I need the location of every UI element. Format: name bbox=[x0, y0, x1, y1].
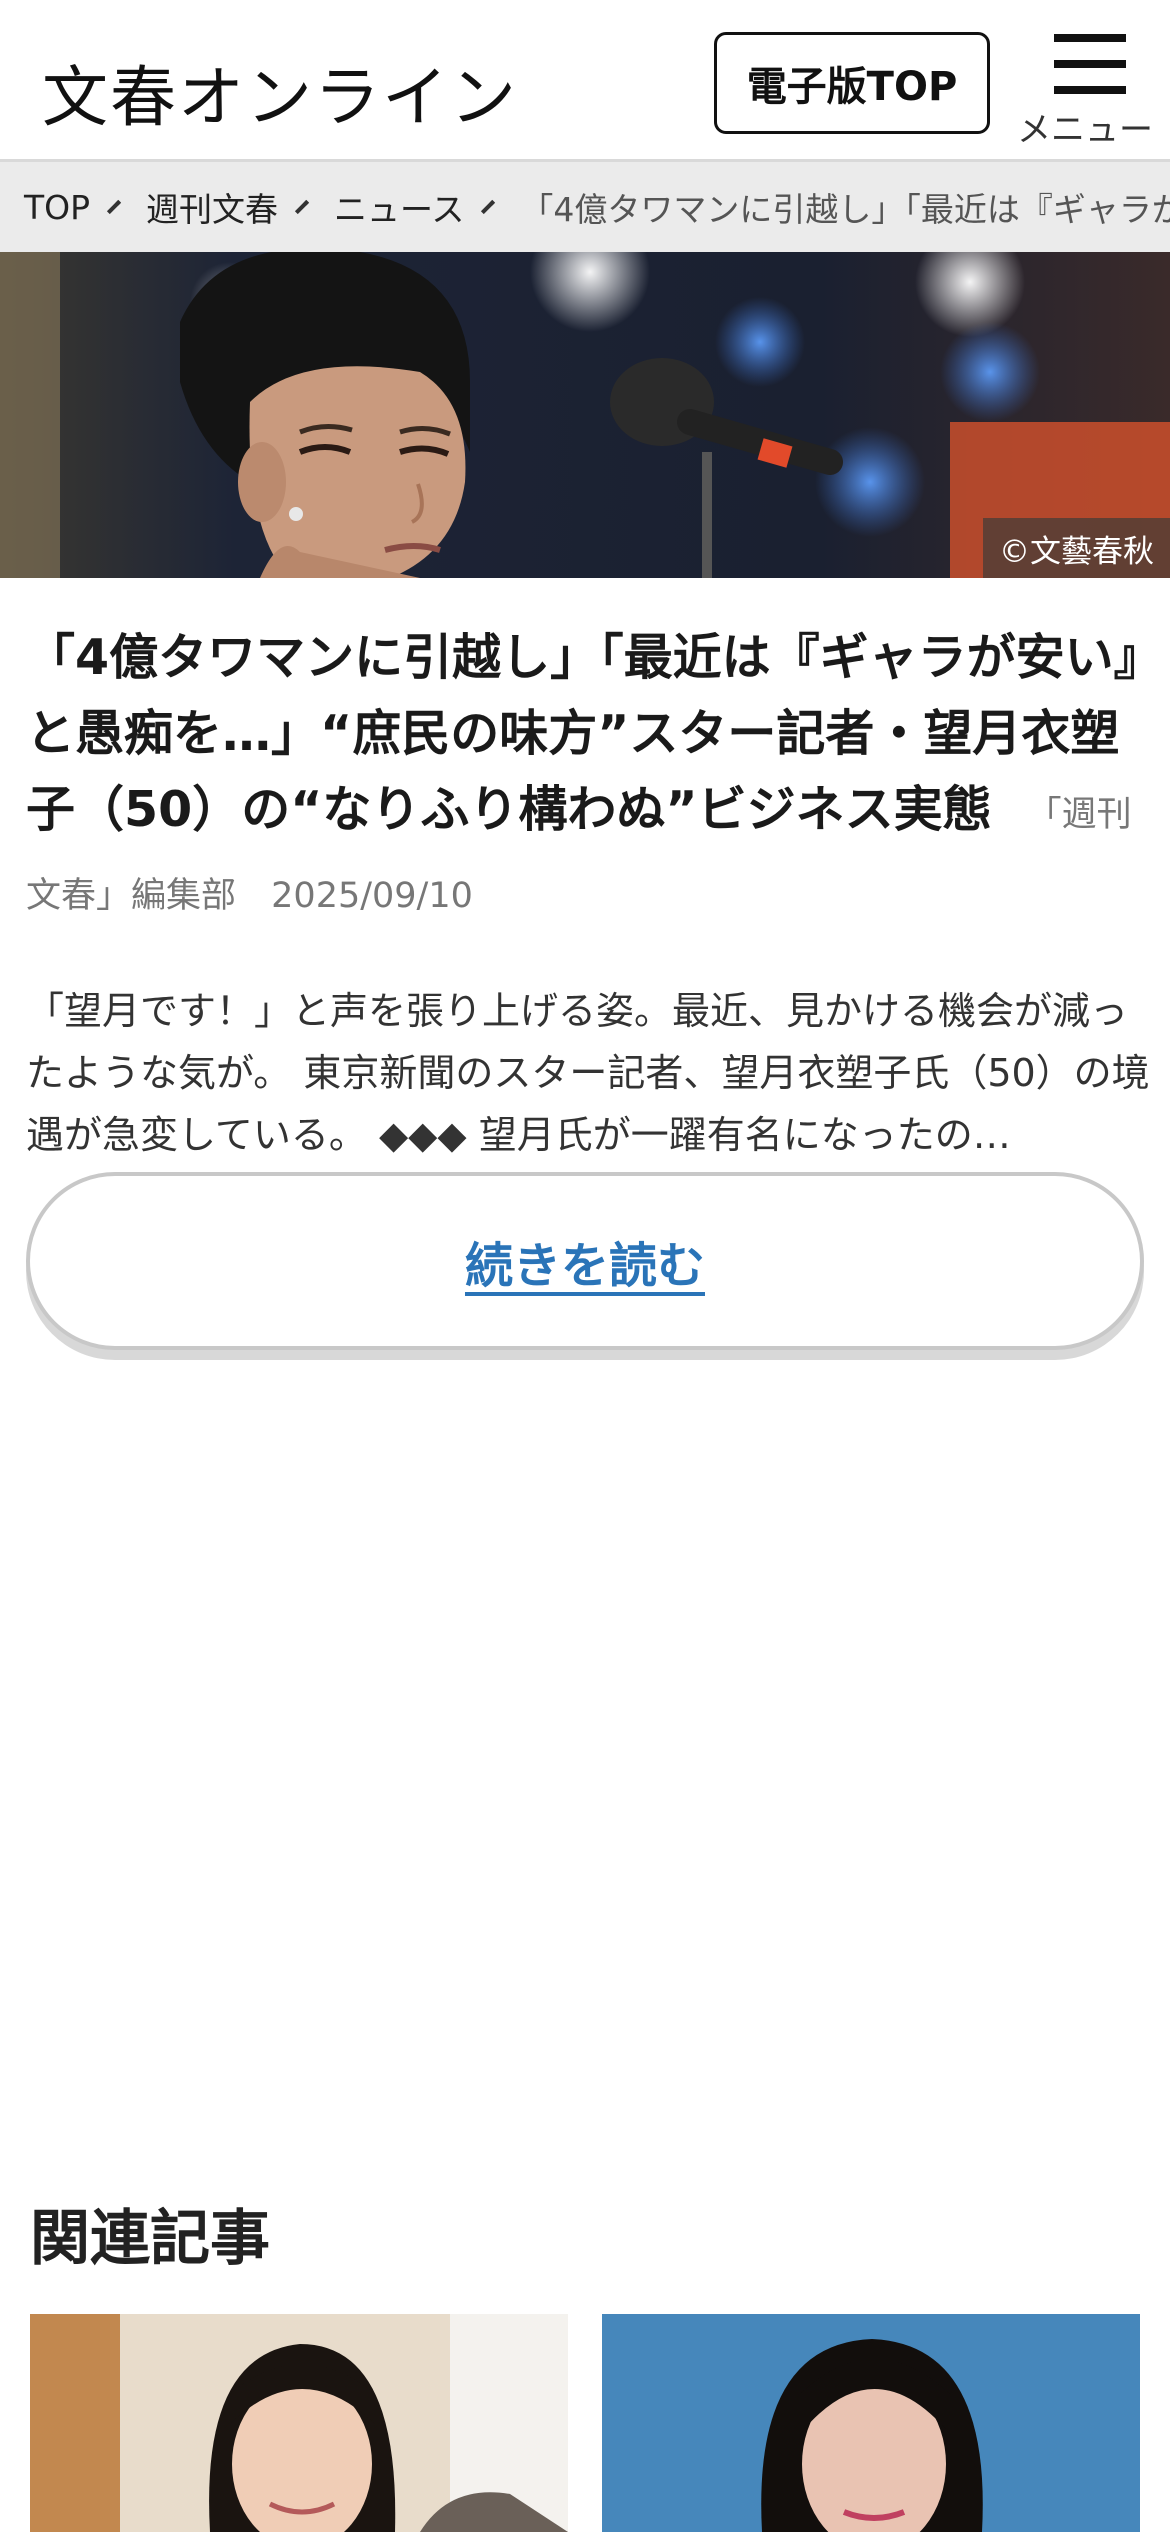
chevron-right-icon bbox=[481, 199, 496, 215]
site-logo[interactable]: 文春オンライン bbox=[42, 44, 518, 140]
related-articles-heading: 関連記事 bbox=[30, 2204, 270, 2274]
read-more-button[interactable]: 続きを読む bbox=[26, 1172, 1144, 1350]
photo-credit: ©文藝春秋 bbox=[983, 518, 1170, 578]
hamburger-icon bbox=[1054, 34, 1126, 94]
chevron-right-icon bbox=[294, 199, 310, 215]
chevron-right-icon bbox=[106, 199, 122, 215]
breadcrumb-current-article: 「4億タワマンに引越し」「最近は『ギャラが bbox=[520, 190, 1170, 229]
hero-image: ©文藝春秋 bbox=[0, 252, 1170, 578]
article-title-block: 「4億タワマンに引越し」「最近は『ギャラが安い』と愚痴を…」“庶民の味方”スター… bbox=[26, 620, 1150, 934]
article-title: 「4億タワマンに引越し」「最近は『ギャラが安い』と愚痴を…」“庶民の味方”スター… bbox=[26, 629, 1139, 838]
related-article-thumbnail[interactable] bbox=[30, 2314, 568, 2532]
read-more-label: 続きを読む bbox=[464, 1238, 705, 1294]
breadcrumb-weekly-bunshun[interactable]: 週刊文春 bbox=[146, 183, 278, 231]
article-date: 2025/09/10 bbox=[271, 876, 473, 916]
breadcrumb-news[interactable]: ニュース bbox=[334, 183, 464, 231]
menu-button[interactable]: メニュー bbox=[1010, 30, 1160, 150]
menu-label: メニュー bbox=[1017, 110, 1153, 150]
site-header: 文春オンライン 電子版TOP メニュー bbox=[0, 0, 1170, 162]
breadcrumb: TOP 週刊文春 ニュース 「4億タワマンに引越し」「最近は『ギャラが bbox=[0, 162, 1170, 252]
related-thumbnail-image bbox=[30, 2314, 568, 2532]
ebook-top-button[interactable]: 電子版TOP bbox=[714, 32, 990, 134]
related-article-thumbnail[interactable] bbox=[602, 2314, 1140, 2532]
related-thumbnail-image bbox=[602, 2314, 1140, 2532]
breadcrumb-top[interactable]: TOP bbox=[24, 188, 90, 227]
article-excerpt: 「望月です！」と声を張り上げる姿。最近、見かける機会が減ったような気が。 東京新… bbox=[26, 989, 1150, 1157]
